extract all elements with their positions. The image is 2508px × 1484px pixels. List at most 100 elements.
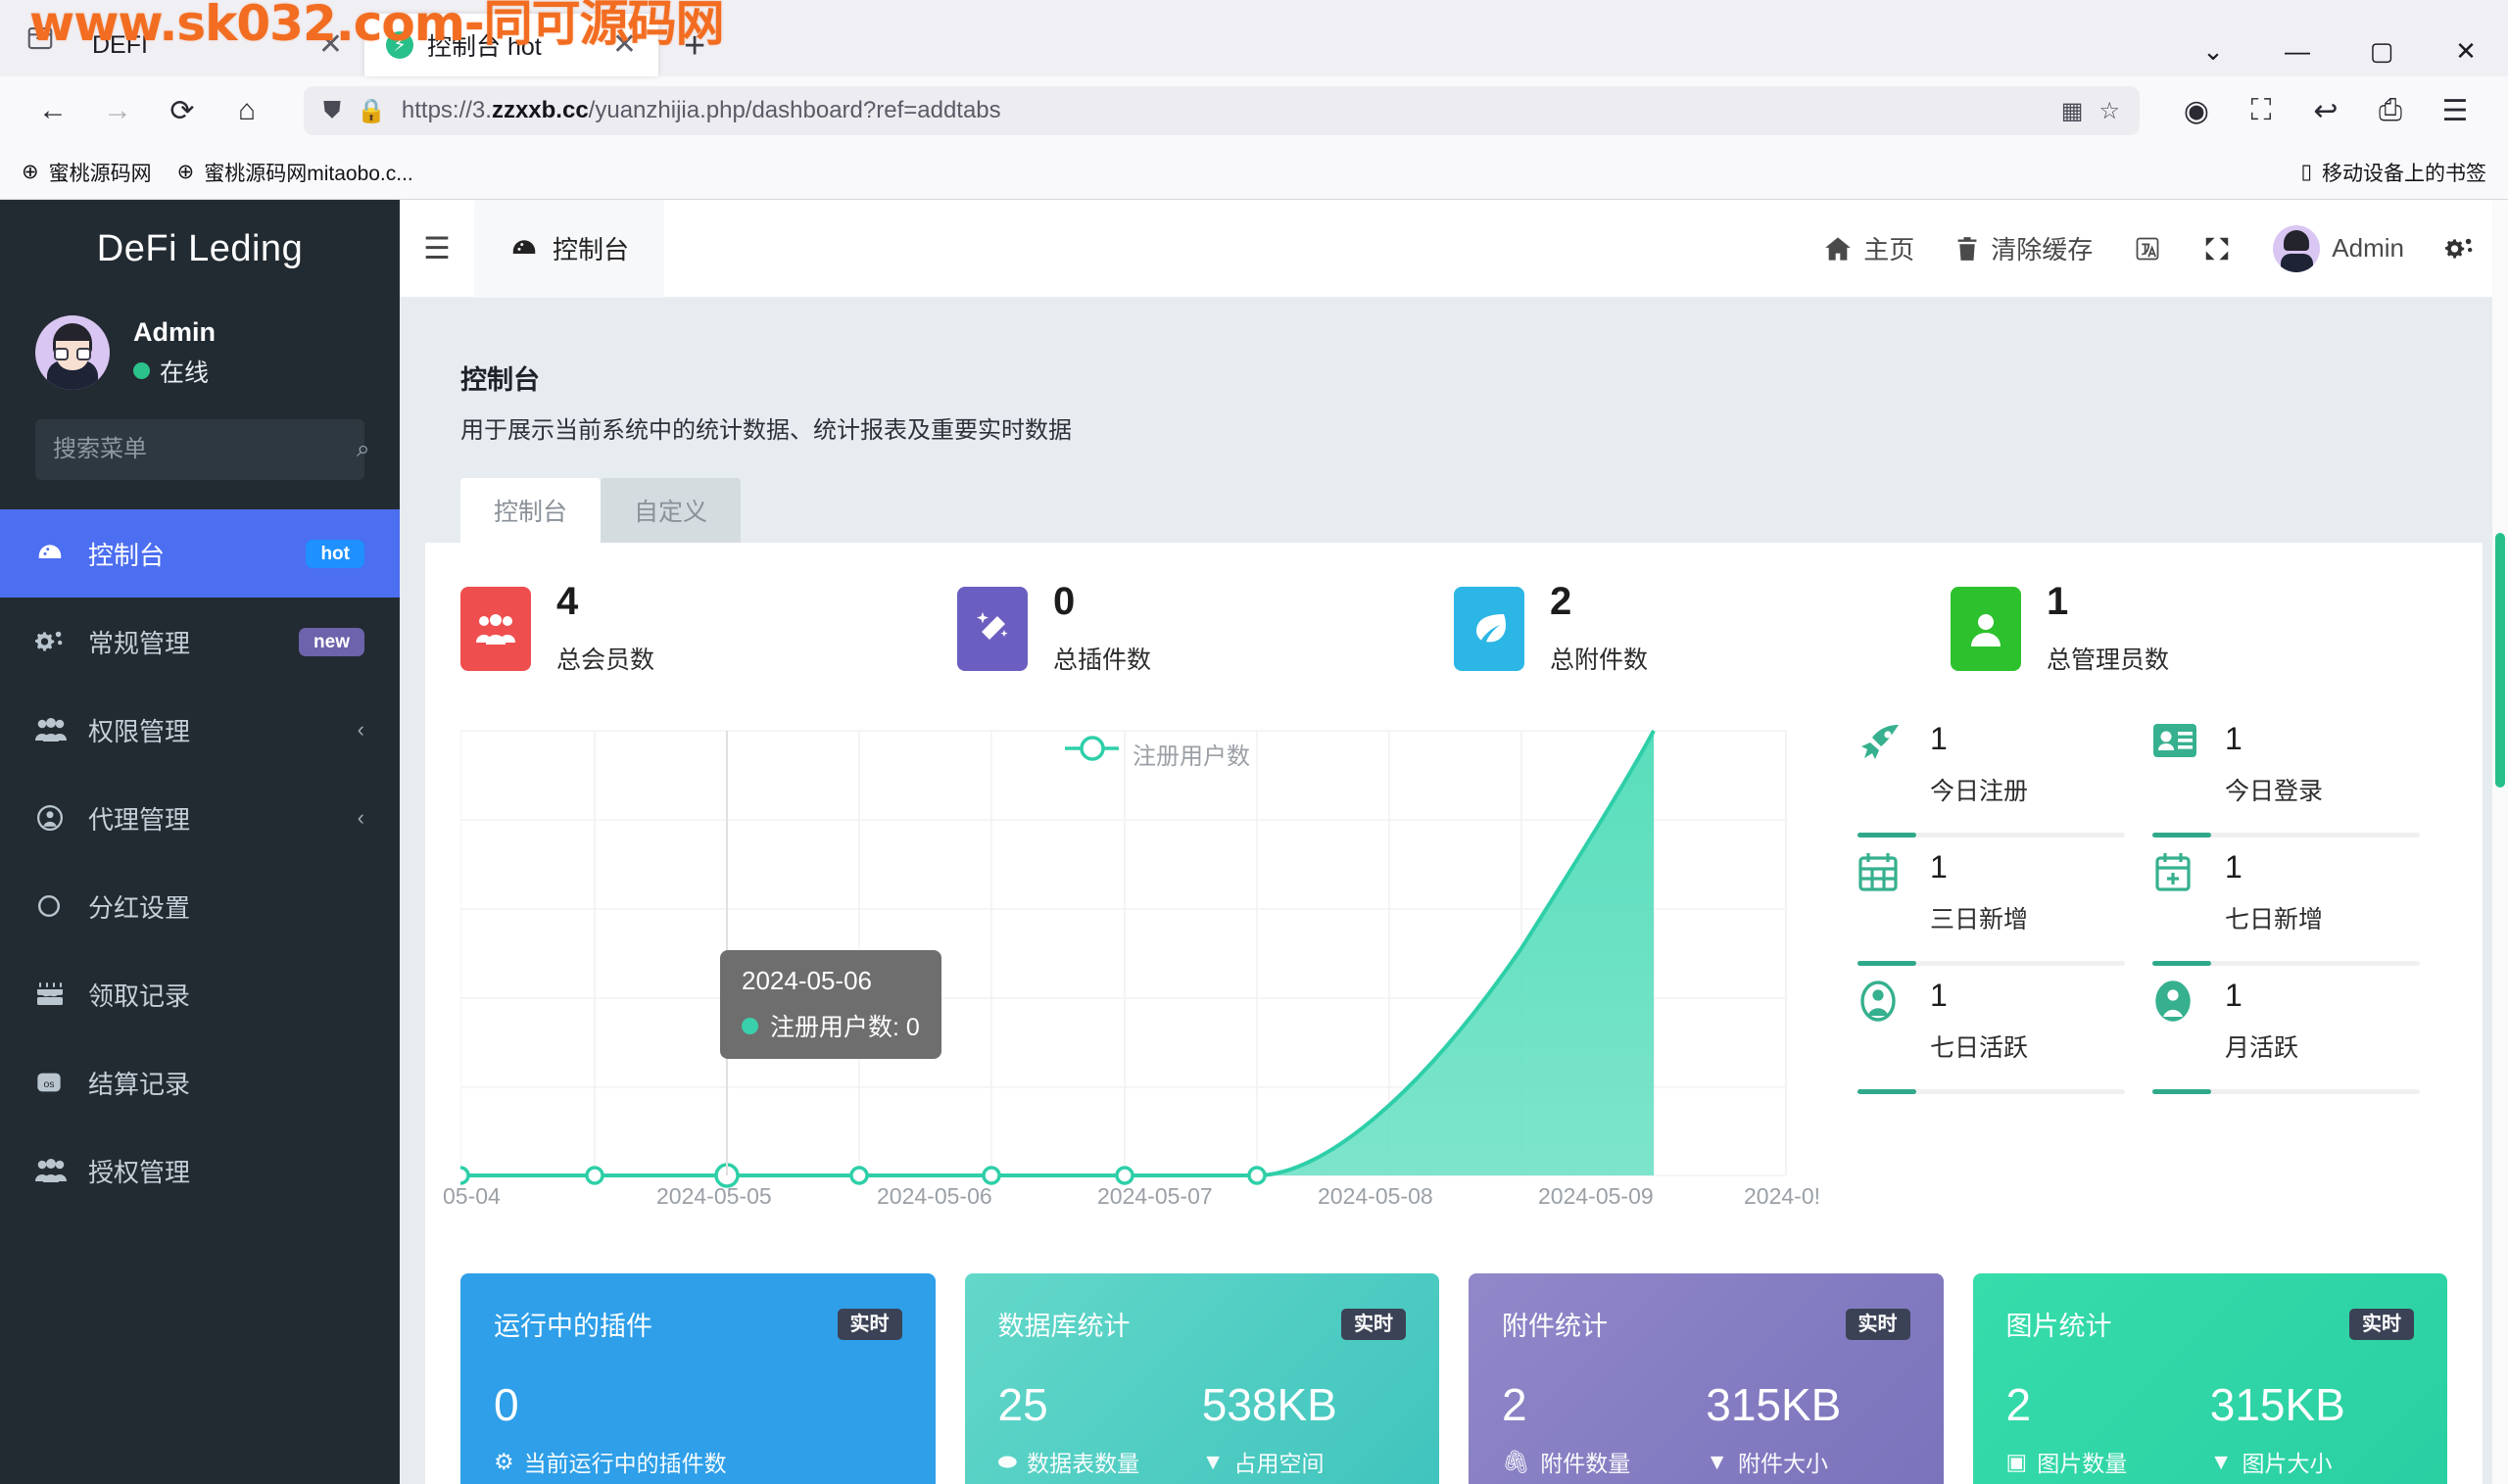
card-label: ▼ 图片大小 <box>2210 1445 2414 1478</box>
home-icon <box>1824 236 1852 262</box>
progress-bar <box>1857 833 2125 838</box>
sidebar-item-dashboard[interactable]: 控制台 hot <box>0 509 400 598</box>
card-value: 315KB <box>2210 1382 2414 1427</box>
language-button[interactable] <box>2134 235 2161 263</box>
stat-label: 七日活跃 <box>1930 1029 2125 1064</box>
stat-value: 1 <box>2225 851 2420 883</box>
chart-legend <box>1065 738 1119 759</box>
tooltip-date: 2024-05-06 <box>742 966 920 996</box>
circle-icon <box>35 892 69 920</box>
sidebar-item-permissions[interactable]: 权限管理 ‹ <box>0 686 400 774</box>
bottom-cards-row: 运行中的插件 实时 0 ⚙ 当前运行中的插件数 <box>460 1273 2447 1484</box>
back-icon[interactable]: ← <box>25 83 80 138</box>
stat-label: 今日注册 <box>1930 772 2125 807</box>
user-name: Admin <box>2332 233 2404 263</box>
fullscreen-button[interactable] <box>2202 234 2232 263</box>
card-title: 图片统计 <box>2006 1305 2112 1343</box>
stat-label: 总插件数 <box>1053 641 1151 676</box>
tab-custom[interactable]: 自定义 <box>601 478 741 543</box>
bookmark-item[interactable]: ⊕ 蜜桃源码网 <box>22 158 152 187</box>
dashboard-card: 4 总会员数 0 总插件数 <box>425 543 2483 1484</box>
stat-value: 2 <box>1550 582 1648 621</box>
card-label: ▼ 附件大小 <box>1706 1445 1909 1478</box>
clear-cache-button[interactable]: 清除缓存 <box>1955 230 2093 266</box>
bookmark-star-icon[interactable]: ☆ <box>2098 97 2120 125</box>
sidebar-item-agent[interactable]: 代理管理 ‹ <box>0 774 400 862</box>
stat-month-active: 1 月活跃 <box>2152 980 2447 1094</box>
card-value: 25 <box>998 1382 1202 1427</box>
minimize-icon[interactable]: — <box>2255 36 2339 67</box>
qrcode-icon[interactable]: ▦ <box>2061 97 2084 125</box>
page-scrollbar[interactable] <box>2492 200 2508 1484</box>
x-tick-label: 2024-05-05 <box>656 1183 772 1210</box>
calendar-plus-icon <box>2152 851 2203 892</box>
account-icon[interactable]: ◉ <box>2169 83 2224 138</box>
tab-console[interactable]: 控制台 <box>460 478 601 543</box>
scrollbar-track[interactable] <box>2492 200 2508 1484</box>
page-header: 控制台 用于展示当前系统中的统计数据、统计报表及重要实时数据 控制台 自定义 <box>425 325 2483 543</box>
card-attachment-stats: 附件统计 实时 2 🖇 附件数量 <box>1469 1273 1944 1484</box>
search-input[interactable] <box>53 436 357 463</box>
screenshot-icon[interactable]: ⛶ <box>2234 83 2289 138</box>
history-back-icon[interactable]: ↩ <box>2298 83 2353 138</box>
id-card-icon <box>2152 723 2203 760</box>
card-value: 538KB <box>1202 1382 1406 1427</box>
card-image-stats: 图片统计 实时 2 ▣ 图片数量 <box>1973 1273 2448 1484</box>
user-icon <box>1951 587 2021 671</box>
close-window-icon[interactable]: ✕ <box>2424 36 2508 67</box>
stat-label: 七日新增 <box>2225 900 2420 935</box>
online-dot-icon <box>133 362 150 379</box>
menu-toggle-button[interactable]: ☰ <box>400 231 474 266</box>
stat-seven-day-active: 1 七日活跃 <box>1857 980 2152 1094</box>
app-logo[interactable]: DeFi Leding <box>0 200 400 298</box>
tab-console[interactable]: 控制台 <box>474 200 664 298</box>
card-running-plugins: 运行中的插件 实时 0 ⚙ 当前运行中的插件数 <box>460 1273 936 1484</box>
app-menu-icon[interactable]: ☰ <box>2428 83 2483 138</box>
card-database-stats: 数据库统计 实时 25 ⬬ 数据表数量 <box>965 1273 1440 1484</box>
sidebar-item-settlement-records[interactable]: os 结算记录 <box>0 1038 400 1126</box>
window-controls: ⌄ — ▢ ✕ <box>2171 36 2508 76</box>
card-label: ⚙ 当前运行中的插件数 <box>494 1445 902 1478</box>
page-title: 控制台 <box>460 359 2447 397</box>
home-button[interactable]: 主页 <box>1824 230 1914 266</box>
x-tick-label: 05-04 <box>443 1183 501 1210</box>
magic-wand-icon <box>957 587 1028 671</box>
x-tick-label: 2024-05-07 <box>1097 1183 1213 1210</box>
home-label: 主页 <box>1863 230 1914 266</box>
card-value: 2 <box>1502 1382 1706 1427</box>
leaf-icon <box>1454 587 1524 671</box>
search-icon[interactable]: ⌕ <box>357 436 369 463</box>
reload-icon[interactable]: ⟳ <box>155 83 210 138</box>
sidebar-search[interactable]: ⌕ <box>35 419 364 480</box>
sidebar-item-dividend[interactable]: 分红设置 <box>0 862 400 950</box>
status-badge: new <box>299 628 364 656</box>
registration-chart[interactable]: 注册用户数 2024-05-06 注册用户数: 0 <box>460 723 1822 1232</box>
caret-down-icon: ▼ <box>1706 1449 1728 1475</box>
trash-icon <box>1955 236 1979 262</box>
forward-icon[interactable]: → <box>90 83 145 138</box>
avatar[interactable] <box>35 315 110 390</box>
page-description: 用于展示当前系统中的统计数据、统计报表及重要实时数据 <box>460 410 2447 445</box>
address-bar[interactable]: ⛊ 🔒 https://3.zzxxb.cc/yuanzhijia.php/da… <box>304 86 2140 135</box>
home-icon[interactable]: ⌂ <box>219 83 274 138</box>
sidebar-item-authorization[interactable]: 授权管理 <box>0 1126 400 1215</box>
bookmark-item[interactable]: ⊕ 蜜桃源码网mitaobo.c... <box>177 158 413 187</box>
user-menu[interactable]: Admin <box>2273 225 2404 272</box>
sidebar: DeFi Leding Admin 在线 ⌕ <box>0 200 400 1484</box>
sidebar-item-claim-records[interactable]: 领取记录 <box>0 950 400 1038</box>
chart-legend-label[interactable]: 注册用户数 <box>1133 737 1250 771</box>
sidebar-item-general[interactable]: 常规管理 new <box>0 598 400 686</box>
settings-button[interactable] <box>2445 235 2475 263</box>
application-root: DeFi Leding Admin 在线 ⌕ <box>0 200 2508 1484</box>
tab-dropdown-icon[interactable]: ⌄ <box>2171 36 2255 67</box>
scrollbar-thumb[interactable] <box>2495 533 2505 788</box>
tooltip-series: 注册用户数: 0 <box>742 1008 920 1043</box>
mobile-bookmarks-folder[interactable]: ▯ 移动设备上的书签 <box>2300 158 2486 187</box>
lock-icon: 🔒 <box>357 97 386 125</box>
maximize-icon[interactable]: ▢ <box>2339 36 2424 67</box>
main-content: ☰ 控制台 主页 <box>400 200 2508 1484</box>
save-page-icon[interactable]: ⎙ <box>2363 83 2418 138</box>
shield-icon: ⛊ <box>323 97 341 124</box>
stat-total-plugins: 0 总插件数 <box>957 582 1454 676</box>
stats-row: 4 总会员数 0 总插件数 <box>460 582 2447 676</box>
